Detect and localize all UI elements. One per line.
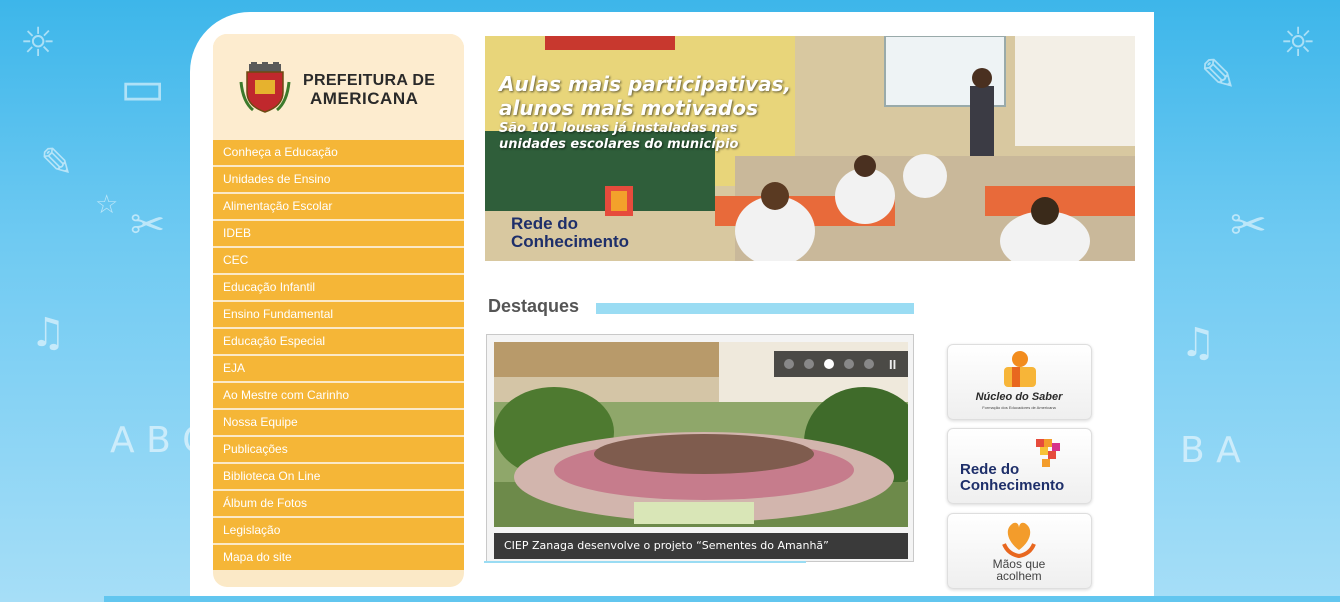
banner-brand-line1: Rede do: [511, 214, 579, 233]
menu-item-nossa-equipe[interactable]: Nossa Equipe: [213, 410, 464, 435]
maos-que-acolhem-link[interactable]: Mãos que acolhem: [947, 513, 1092, 589]
footer-strip: [104, 596, 1340, 602]
menu-item-legislacao[interactable]: Legislação: [213, 518, 464, 543]
book-icon: ▭: [120, 60, 166, 116]
menu-item-educacao-infantil[interactable]: Educação Infantil: [213, 275, 464, 300]
pause-button[interactable]: II: [889, 357, 896, 372]
slide-dot-5[interactable]: [864, 359, 874, 369]
slide-dot-3[interactable]: [824, 359, 834, 369]
scissors-icon: ✂: [1230, 200, 1267, 251]
banner-subline-2: unidades escolares do município: [499, 137, 739, 152]
city-crest-icon: [239, 62, 291, 113]
logo-title-line2: AMERICANA: [310, 89, 419, 108]
slide-dot-1[interactable]: [784, 359, 794, 369]
menu-item-mapa-site[interactable]: Mapa do site: [213, 545, 464, 570]
letters-icon: B A: [1180, 430, 1241, 471]
menu-item-unidades-ensino[interactable]: Unidades de Ensino: [213, 167, 464, 192]
menu-item-conheca-educacao[interactable]: Conheça a Educação: [213, 140, 464, 165]
music-icon: ♫: [30, 310, 66, 356]
menu-item-ideb[interactable]: IDEB: [213, 221, 464, 246]
nucleo-do-saber-logo-icon: Núcleo do Saber Formação dos Educadores …: [976, 351, 1064, 410]
music-icon: ♫: [1180, 320, 1216, 366]
pencil-icon: ✎: [1200, 50, 1237, 101]
banner-subline-1: São 101 lousas já instaladas nas: [499, 121, 738, 136]
rede-do-conhecimento-logo-icon: Rede do Conhecimento: [960, 439, 1064, 494]
rede-line1: Rede do: [960, 461, 1019, 478]
menu-item-ao-mestre[interactable]: Ao Mestre com Carinho: [213, 383, 464, 408]
slide-dot-2[interactable]: [804, 359, 814, 369]
slide-dot-4[interactable]: [844, 359, 854, 369]
logo-title-line1: PREFEITURA DE: [303, 72, 436, 89]
menu-item-biblioteca[interactable]: Biblioteca On Line: [213, 464, 464, 489]
maos-que-acolhem-logo-icon: Mãos que acolhem: [993, 522, 1046, 583]
banner-brand-line2: Conhecimento: [511, 232, 630, 251]
sun-icon: ☼: [20, 20, 56, 66]
menu-item-publicacoes[interactable]: Publicações: [213, 437, 464, 462]
sun-icon: ☼: [1280, 20, 1316, 66]
rede-line2: Conhecimento: [960, 477, 1064, 494]
rede-do-conhecimento-link[interactable]: Rede do Conhecimento: [947, 428, 1092, 504]
banner-headline-2: alunos mais motivados: [499, 96, 758, 120]
menu-item-alimentacao-escolar[interactable]: Alimentação Escolar: [213, 194, 464, 219]
pencil-icon: ✎: [40, 140, 74, 186]
scissors-icon: ✂: [130, 200, 166, 249]
destaques-heading: Destaques: [488, 296, 580, 316]
menu-item-ensino-fundamental[interactable]: Ensino Fundamental: [213, 302, 464, 327]
sidebar: PREFEITURA DE AMERICANA Conheça a Educaç…: [213, 34, 464, 587]
menu-item-educacao-especial[interactable]: Educação Especial: [213, 329, 464, 354]
star-icon: ☆: [95, 190, 119, 220]
slider-controls: II: [774, 351, 908, 377]
slide-caption[interactable]: CIEP Zanaga desenvolve o projeto “Sement…: [494, 533, 908, 559]
main-banner[interactable]: Aulas mais participativas, alunos mais m…: [485, 36, 1135, 261]
highlights-slider[interactable]: II CIEP Zanaga desenvolve o projeto “Sem…: [486, 334, 914, 562]
nucleo-do-saber-link[interactable]: Núcleo do Saber Formação dos Educadores …: [947, 344, 1092, 420]
maos-line2: acolhem: [996, 569, 1041, 583]
nucleo-subtitle: Formação dos Educadores de Americana: [982, 405, 1056, 410]
menu-item-cec[interactable]: CEC: [213, 248, 464, 273]
slider-underline: [484, 561, 806, 563]
logo-area[interactable]: PREFEITURA DE AMERICANA: [213, 34, 464, 140]
sidebar-menu: Conheça a Educação Unidades de Ensino Al…: [213, 140, 464, 572]
nucleo-title: Núcleo do Saber: [976, 391, 1064, 403]
menu-item-eja[interactable]: EJA: [213, 356, 464, 381]
banner-headline-1: Aulas mais participativas,: [499, 72, 792, 96]
destaques-heading-bar: [596, 303, 914, 314]
menu-item-album-fotos[interactable]: Álbum de Fotos: [213, 491, 464, 516]
